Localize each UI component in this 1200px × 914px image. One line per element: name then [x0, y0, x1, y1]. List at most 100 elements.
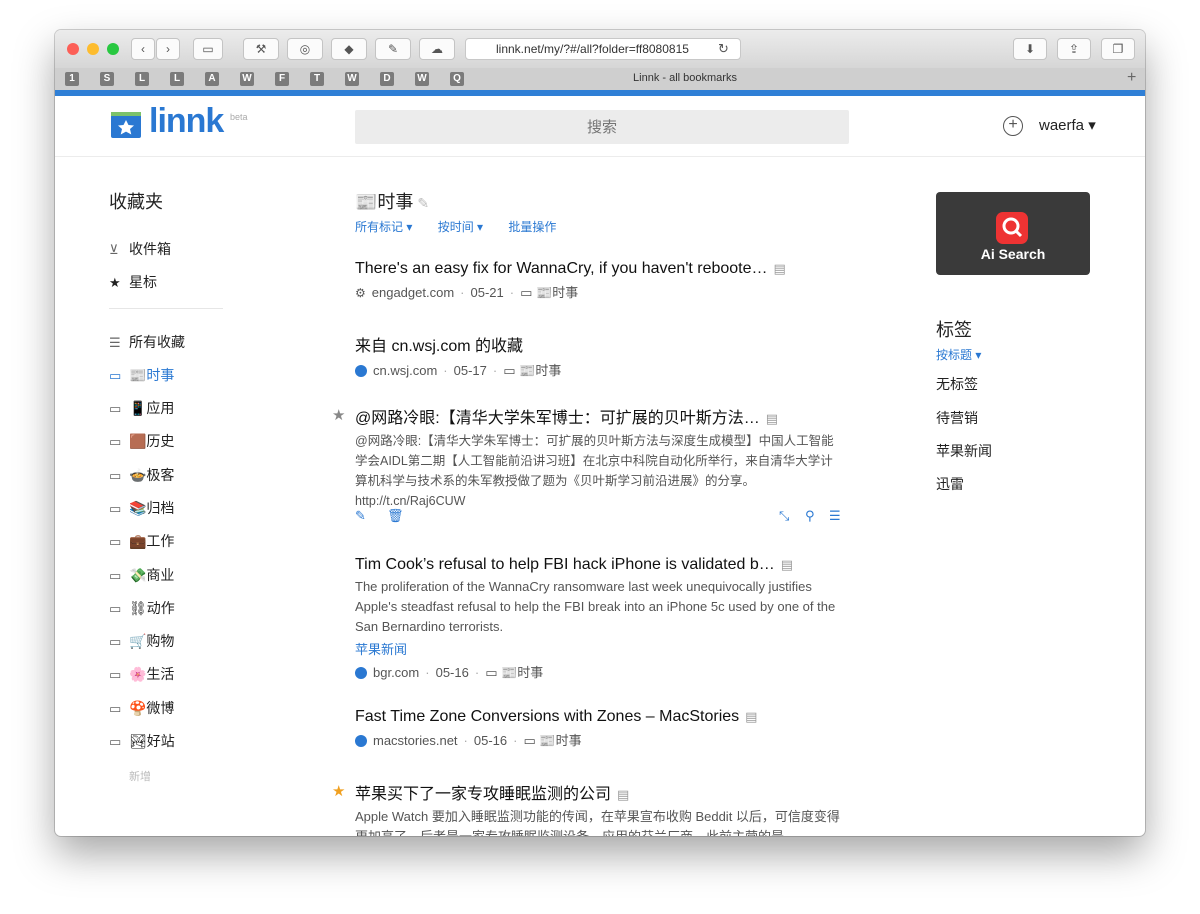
favorite-11[interactable]: W [415, 72, 429, 86]
favorite-4[interactable]: L [170, 72, 184, 86]
bookmark-title[interactable]: Fast Time Zone Conversions with Zones – … [355, 708, 739, 725]
bookmark-item[interactable]: 苹果买下了一家专攻睡眠监测的公司 ▤ Apple Watch 要加入睡眠监测功能的… [355, 780, 845, 836]
bookmark-title[interactable]: There's an easy fix for WannaCry, if you… [355, 260, 768, 277]
tag-item[interactable]: 待营销 [936, 408, 978, 428]
bookmark-item[interactable]: Tim Cook’s refusal to help FBI hack iPho… [355, 556, 845, 681]
bookmark-folder[interactable]: 📰时事 [519, 363, 561, 378]
filter-batch[interactable]: 批量操作 [508, 220, 556, 234]
sidebar-folder[interactable]: ▭ 💼工作 [109, 531, 174, 551]
filter-sort[interactable]: 按时间 ▾ [438, 220, 483, 234]
sidebar-folder[interactable]: ▭ 📚归档 [109, 498, 174, 518]
sidebar-folder[interactable]: ▭ 📰时事 [109, 365, 174, 385]
favorite-3[interactable]: L [135, 72, 149, 86]
close-window-button[interactable] [67, 43, 79, 55]
sidebar-folder[interactable]: ▭ 💸商业 [109, 565, 174, 585]
bookmark-item[interactable]: @网路冷眼:【清华大学朱军博士：可扩展的贝叶斯方法… ▤ @网路冷眼:【清华大学朱… [355, 404, 845, 511]
favorite-5[interactable]: A [205, 72, 219, 86]
folder-icon: ▭ [109, 601, 122, 616]
sidebar-folder[interactable]: ▭ 📱应用 [109, 398, 174, 418]
sidebar-folder[interactable]: ▭ 🛒购物 [109, 631, 174, 651]
sidebar-item-all[interactable]: ☰ 所有收藏 [109, 332, 185, 352]
sidebar-toggle-button[interactable]: ▭ [193, 38, 223, 60]
tabs-overview-button[interactable]: ❐ [1101, 38, 1135, 60]
star-gold-icon[interactable]: ★ [332, 782, 345, 800]
address-bar[interactable]: linnk.net/my/?#/all?folder=ff8080815 [465, 38, 741, 60]
ai-search-promo[interactable]: Ai Search [936, 192, 1090, 275]
tag-item[interactable]: 苹果新闻 [936, 441, 992, 461]
sidebar-folder[interactable]: ▭ 🍄微博 [109, 698, 174, 718]
downloads-button[interactable]: ⬇ [1013, 38, 1047, 60]
reload-icon[interactable]: ↻ [718, 41, 729, 57]
favorite-1[interactable]: 1 [65, 72, 79, 86]
favorite-2[interactable]: S [100, 72, 114, 86]
bookmark-item[interactable]: 来自 cn.wsj.com 的收藏 cn.wsj.com · 05-17 · ▭ 📰时事 [355, 332, 845, 379]
document-icon[interactable]: ▤ [617, 787, 629, 802]
bookmark-source[interactable]: engadget.com [372, 285, 454, 300]
sidebar-folder[interactable]: ▭ ⛓动作 [109, 598, 175, 618]
favorite-12[interactable]: Q [450, 72, 464, 86]
forward-button[interactable]: › [156, 38, 180, 60]
zoom-window-button[interactable] [107, 43, 119, 55]
bookmark-folder[interactable]: 📰时事 [501, 665, 543, 680]
tag-item[interactable]: 迅雷 [936, 474, 964, 494]
minimize-window-button[interactable] [87, 43, 99, 55]
folder-label: 🏞好站 [129, 733, 175, 749]
star-icon[interactable]: ★ [332, 406, 345, 424]
favorite-10[interactable]: D [380, 72, 394, 86]
search-text-icon[interactable]: ☰ [829, 508, 841, 524]
site-icon [355, 667, 367, 679]
favorite-9[interactable]: W [345, 72, 359, 86]
sidebar-folder[interactable]: ▭ 🟫历史 [109, 431, 174, 451]
bookmark-title[interactable]: 来自 cn.wsj.com 的收藏 [355, 338, 523, 355]
favorite-7[interactable]: F [275, 72, 289, 86]
logo-text[interactable]: linnk [149, 102, 224, 141]
edit-icon[interactable]: ✎ [355, 508, 366, 524]
extension-button-5[interactable]: ☁ [419, 38, 455, 60]
bookmark-folder[interactable]: 📰时事 [539, 733, 581, 748]
extension-button-1[interactable]: ⚒ [243, 38, 279, 60]
user-menu[interactable]: waerfa ▾ [1039, 116, 1096, 134]
document-icon[interactable]: ▤ [766, 411, 778, 426]
edit-icon[interactable]: ✎ [417, 195, 429, 211]
document-icon[interactable]: ▤ [774, 261, 786, 276]
browser-toolbar: ‹ › ▭ ⚒ ◎ ◆ ✎ ☁ linnk.net/my/?#/all?fold… [55, 30, 1145, 69]
trash-icon[interactable]: 🗑 [387, 508, 404, 524]
favorite-8[interactable]: T [310, 72, 324, 86]
document-icon[interactable]: ▤ [781, 557, 793, 572]
bookmark-source[interactable]: bgr.com [373, 665, 419, 680]
new-folder-link[interactable]: 新增 [129, 768, 151, 784]
bookmark-source[interactable]: macstories.net [373, 733, 458, 748]
extension-button-4[interactable]: ✎ [375, 38, 411, 60]
folder-label: 💼工作 [129, 533, 175, 549]
bookmark-folder[interactable]: 📰时事 [536, 285, 578, 300]
new-tab-button[interactable]: + [1127, 69, 1136, 87]
document-icon[interactable]: ▤ [745, 709, 757, 724]
sidebar-folder[interactable]: ▭ 🌸生活 [109, 664, 174, 684]
add-bookmark-icon[interactable]: + [1003, 116, 1023, 136]
share-button[interactable]: ⇪ [1057, 38, 1091, 60]
favorite-6[interactable]: W [240, 72, 254, 86]
bookmark-item[interactable]: Fast Time Zone Conversions with Zones – … [355, 708, 845, 749]
extension-button-2[interactable]: ◎ [287, 38, 323, 60]
bookmark-title[interactable]: @网路冷眼:【清华大学朱军博士：可扩展的贝叶斯方法… [355, 410, 760, 427]
bookmark-item[interactable]: There's an easy fix for WannaCry, if you… [355, 260, 845, 301]
logo-icon[interactable] [111, 112, 141, 138]
folder-icon: ▭ [109, 568, 122, 583]
sidebar-folder[interactable]: ▭ 🏞好站 [109, 731, 175, 751]
search-input[interactable] [355, 110, 849, 144]
link-icon[interactable]: ⚲ [805, 508, 815, 524]
tags-sort-dropdown[interactable]: 按标题 ▾ [936, 346, 981, 363]
tag-item[interactable]: 无标签 [936, 374, 978, 394]
tab-title[interactable]: Linnk - all bookmarks [535, 72, 835, 84]
bookmark-source[interactable]: cn.wsj.com [373, 363, 437, 378]
back-button[interactable]: ‹ [131, 38, 155, 60]
sidebar-item-inbox[interactable]: ⊻ 收件箱 [109, 239, 171, 259]
collapse-icon[interactable]: ⤡ [779, 508, 789, 524]
extension-button-3[interactable]: ◆ [331, 38, 367, 60]
sidebar-item-starred[interactable]: ★ 星标 [109, 272, 157, 292]
bookmark-title[interactable]: 苹果买下了一家专攻睡眠监测的公司 [355, 786, 611, 803]
filter-marks[interactable]: 所有标记 ▾ [355, 220, 412, 234]
bookmark-tag[interactable]: 苹果新闻 [355, 639, 845, 658]
sidebar-folder[interactable]: ▭ 🍲极客 [109, 465, 174, 485]
bookmark-title[interactable]: Tim Cook’s refusal to help FBI hack iPho… [355, 556, 775, 573]
